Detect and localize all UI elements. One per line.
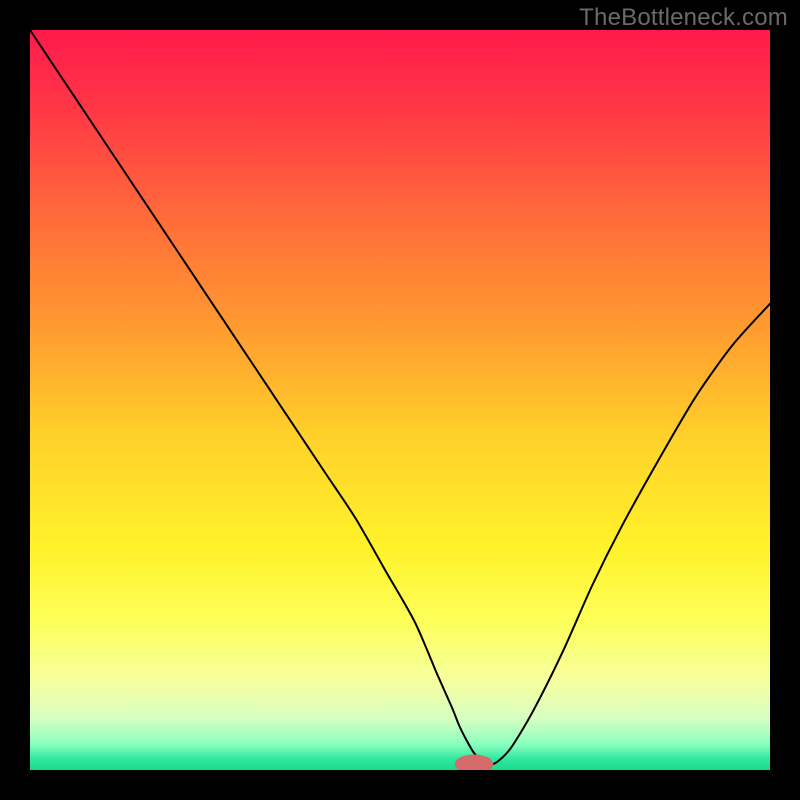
gradient-background: [30, 30, 770, 770]
chart-svg: [30, 30, 770, 770]
chart-frame: TheBottleneck.com: [0, 0, 800, 800]
watermark-text: TheBottleneck.com: [579, 4, 788, 32]
plot-area: [30, 30, 770, 770]
